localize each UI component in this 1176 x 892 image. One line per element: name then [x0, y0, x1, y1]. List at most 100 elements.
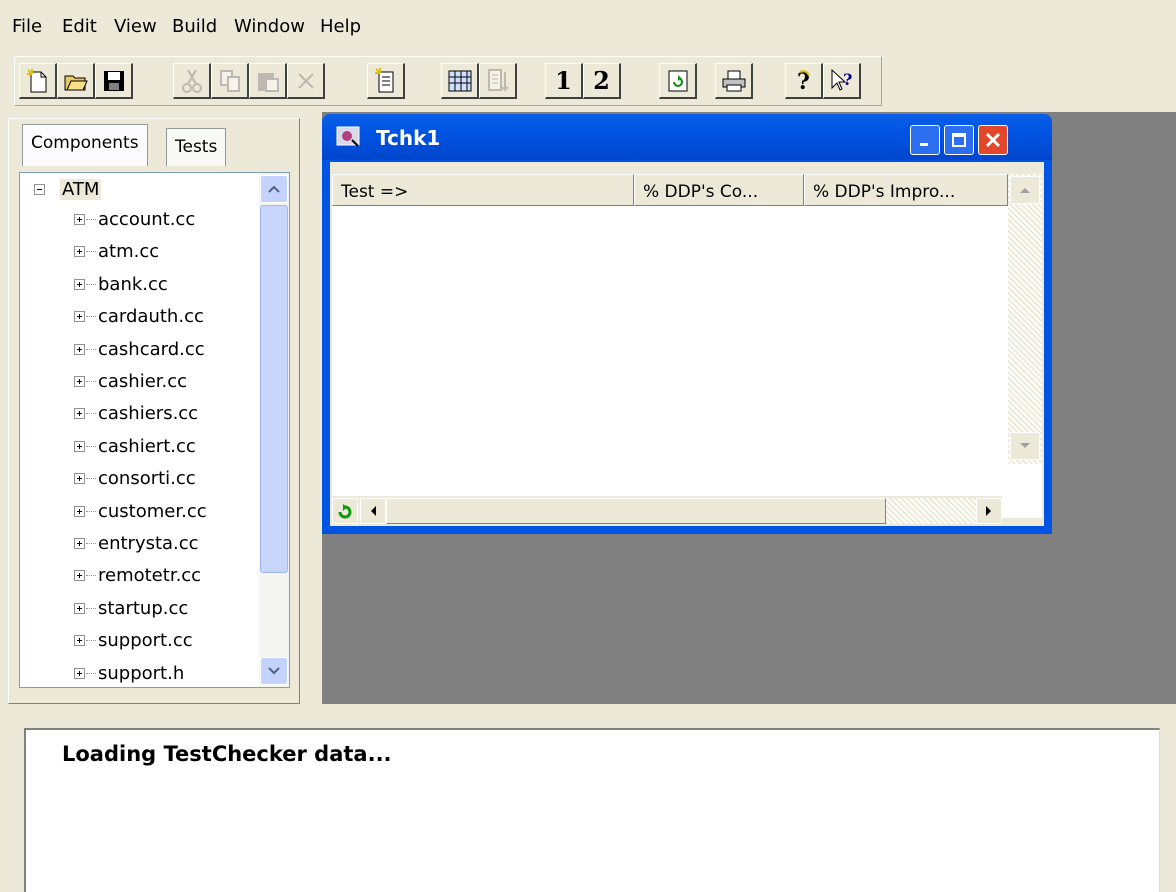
view-2-button[interactable]: 2: [583, 63, 621, 99]
tree-item[interactable]: bank.cc: [20, 272, 250, 302]
maximize-button[interactable]: [944, 125, 974, 155]
output-pane[interactable]: Loading TestChecker data...: [24, 728, 1160, 892]
chevron-down-icon: [268, 667, 280, 675]
cut-button[interactable]: [173, 63, 211, 99]
tree-item-label: customer.cc: [98, 500, 207, 522]
new-button[interactable]: [19, 63, 57, 99]
expand-icon[interactable]: [74, 408, 85, 420]
menu-help[interactable]: Help: [320, 16, 361, 37]
properties-button[interactable]: [367, 63, 405, 99]
refresh-button[interactable]: [659, 63, 697, 99]
view-1-button[interactable]: 1: [545, 63, 583, 99]
expand-icon[interactable]: [74, 246, 85, 258]
new-icon: [26, 68, 46, 92]
tree-item-label: atm.cc: [98, 241, 160, 263]
expand-icon[interactable]: [74, 538, 85, 549]
copy-button[interactable]: [211, 63, 249, 99]
paste-icon: [257, 72, 279, 92]
tree-item[interactable]: customer.cc: [20, 499, 250, 529]
maximize-icon: [952, 133, 966, 147]
tree-scrollbar[interactable]: [259, 173, 289, 687]
tree-connector: [86, 575, 96, 577]
menu-edit[interactable]: Edit: [62, 16, 97, 37]
scroll-thumb[interactable]: [260, 205, 288, 573]
tree-connector: [86, 607, 96, 609]
expand-icon[interactable]: [74, 602, 85, 614]
toolbar: 1 2 ? ?: [14, 56, 882, 106]
paste-button[interactable]: [249, 63, 287, 99]
tree-connector: [86, 283, 96, 285]
save-button[interactable]: [95, 63, 133, 99]
help-button[interactable]: ?: [785, 63, 823, 99]
grid-button[interactable]: [441, 63, 479, 99]
results-grid[interactable]: Test => % DDP's Co... % DDP's Impro...: [332, 174, 1042, 526]
expand-icon[interactable]: [74, 311, 85, 323]
sort-button[interactable]: [479, 63, 517, 99]
tree-item[interactable]: consorti.cc: [20, 466, 250, 496]
scroll-down-button[interactable]: [260, 657, 288, 685]
delete-button[interactable]: [287, 63, 325, 99]
horizontal-scroll-track[interactable]: [886, 498, 976, 524]
tree-item-label: support.h: [98, 662, 185, 684]
tree-item[interactable]: support.h: [20, 661, 250, 687]
tree-item[interactable]: cashcard.cc: [20, 337, 250, 367]
tree-item[interactable]: account.cc: [20, 207, 250, 237]
grid-scroll-down-button[interactable]: [1010, 432, 1040, 460]
expand-icon[interactable]: [74, 376, 85, 387]
tree-item[interactable]: atm.cc: [20, 239, 250, 269]
tree-connector: [86, 510, 96, 512]
tab-components[interactable]: Components: [22, 124, 148, 166]
tree-item-label: consorti.cc: [98, 468, 196, 490]
tree-item[interactable]: entrysta.cc: [20, 531, 250, 561]
expand-icon[interactable]: [74, 473, 85, 485]
grid-horizontal-scrollbar[interactable]: [332, 496, 1002, 526]
menu-file[interactable]: File: [12, 16, 42, 37]
component-tree[interactable]: ATM account.cc atm.cc bank.cc cardauth.cc ca…: [19, 172, 290, 688]
expand-icon[interactable]: [74, 570, 85, 582]
expand-icon[interactable]: [74, 667, 85, 679]
expand-icon[interactable]: [74, 343, 85, 355]
tree-item-label: bank.cc: [98, 273, 168, 295]
print-button[interactable]: [715, 63, 753, 99]
expand-icon[interactable]: [74, 278, 85, 290]
menu-window[interactable]: Window: [234, 16, 305, 37]
menu-build[interactable]: Build: [172, 16, 217, 37]
tree-item[interactable]: cashier.cc: [20, 369, 250, 399]
tab-tests[interactable]: Tests: [166, 128, 227, 166]
green-refresh-icon: [338, 504, 352, 519]
grid-scroll-up-button[interactable]: [1010, 176, 1040, 204]
column-header-ddp-improvement[interactable]: % DDP's Impro...: [804, 174, 1008, 206]
column-header-test[interactable]: Test =>: [332, 174, 634, 206]
scroll-left-button[interactable]: [360, 498, 386, 524]
window-title-bar[interactable]: Tchk1: [322, 114, 1052, 160]
tree-root-atm[interactable]: ATM: [20, 177, 250, 207]
grid-refresh-button[interactable]: [332, 498, 358, 524]
collapse-icon[interactable]: [34, 184, 45, 195]
expand-icon[interactable]: [74, 505, 85, 517]
tree-item[interactable]: cashiert.cc: [20, 434, 250, 464]
tree-item[interactable]: support.cc: [20, 628, 250, 658]
scroll-right-button[interactable]: [976, 498, 1002, 524]
grid-vertical-scrollbar[interactable]: [1008, 174, 1042, 464]
tree-connector: [86, 316, 96, 318]
open-folder-icon: [64, 75, 88, 90]
tree-item[interactable]: remotetr.cc: [20, 563, 250, 593]
tree-item[interactable]: cashiers.cc: [20, 401, 250, 431]
horizontal-scroll-thumb[interactable]: [386, 498, 886, 524]
expand-icon[interactable]: [74, 440, 85, 452]
expand-icon[interactable]: [74, 635, 85, 647]
triangle-down-icon: [1020, 443, 1030, 448]
close-button[interactable]: [978, 125, 1008, 155]
tree-item-label: remotetr.cc: [98, 565, 202, 587]
chevron-up-icon: [268, 185, 280, 193]
tree-item[interactable]: startup.cc: [20, 596, 250, 626]
scroll-up-button[interactable]: [260, 175, 288, 203]
tchk1-window[interactable]: Tchk1 Test => % DDP's Co... % DDP's Impr…: [322, 114, 1052, 534]
tree-item[interactable]: cardauth.cc: [20, 304, 250, 334]
column-header-ddp-coverage[interactable]: % DDP's Co...: [634, 174, 804, 206]
expand-icon[interactable]: [74, 214, 85, 225]
open-button[interactable]: [57, 63, 95, 99]
menu-view[interactable]: View: [114, 16, 157, 37]
context-help-button[interactable]: ?: [823, 63, 861, 99]
minimize-button[interactable]: [910, 125, 940, 155]
